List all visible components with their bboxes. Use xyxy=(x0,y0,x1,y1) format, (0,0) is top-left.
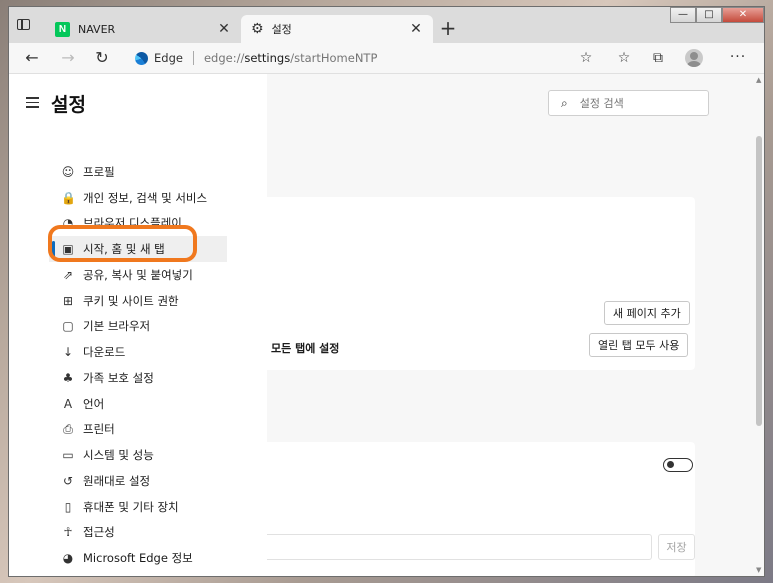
browser-window: N NAVER ✕ ⚙ 설정 ✕ + — □ ✕ ← → ↻ Edge edge… xyxy=(8,6,765,577)
sidebar-item-label: 프로필 xyxy=(83,164,115,179)
forward-button[interactable]: → xyxy=(57,47,79,69)
sidebar-item-about-edge[interactable]: ◕ Microsoft Edge 정보 xyxy=(49,545,227,571)
more-icon[interactable]: ··· xyxy=(727,47,749,69)
maximize-button[interactable]: □ xyxy=(696,7,722,23)
url-scheme: edge:// xyxy=(203,51,245,65)
gear-icon: ⚙ xyxy=(251,21,264,37)
save-button[interactable]: 저장 xyxy=(658,534,695,560)
sidebar-item-accessibility[interactable]: ☥ 접근성 xyxy=(49,520,227,546)
sidebar-item-label: Microsoft Edge 정보 xyxy=(83,551,193,566)
settings-sidebar: 설정 ☺ 프로필 🔒 개인 정보, 검색 및 서비스 ◔ 브라우저 디스플레이 ▣ 시작… xyxy=(9,74,267,576)
collections-icon[interactable]: ⧉ xyxy=(647,47,669,69)
sidebar-item-label: 접근성 xyxy=(83,525,115,540)
home-button-card: 저장 xyxy=(267,442,695,576)
default-browser-icon: ▢ xyxy=(62,319,74,334)
home-button-toggle[interactable] xyxy=(663,458,693,472)
system-icon: ▭ xyxy=(62,448,74,463)
settings-nav: ☺ 프로필 🔒 개인 정보, 검색 및 서비스 ◔ 브라우저 디스플레이 ▣ 시작, 홈… xyxy=(49,159,227,571)
edge-logo-icon xyxy=(135,51,148,65)
sidebar-item-label: 기본 브라우저 xyxy=(83,319,151,334)
edge-icon: ◕ xyxy=(62,551,74,566)
download-icon: ↓ xyxy=(62,345,74,360)
tab-settings[interactable]: ⚙ 설정 ✕ xyxy=(241,15,433,43)
tab-title: NAVER xyxy=(78,22,116,36)
sidebar-item-label: 다운로드 xyxy=(83,345,126,360)
sidebar-item-reset[interactable]: ↺ 원래대로 설정 xyxy=(49,468,227,494)
tab-strip: N NAVER ✕ ⚙ 설정 ✕ + — □ ✕ xyxy=(9,7,764,43)
scroll-up-icon[interactable]: ▲ xyxy=(756,76,761,84)
naver-icon: N xyxy=(55,21,70,37)
home-url-field[interactable] xyxy=(267,534,652,560)
sidebar-item-languages[interactable]: A 언어 xyxy=(49,391,227,417)
profile-icon: ☺ xyxy=(61,164,75,179)
sidebar-item-label: 프린터 xyxy=(83,422,115,437)
language-icon: A xyxy=(63,396,73,411)
minimize-button[interactable]: — xyxy=(670,7,696,23)
scroll-thumb[interactable] xyxy=(756,136,762,426)
sidebar-item-system[interactable]: ▭ 시스템 및 성능 xyxy=(49,442,227,468)
site-label: Edge xyxy=(154,51,183,65)
family-icon: ♣ xyxy=(62,370,74,385)
window-controls: — □ ✕ xyxy=(670,7,764,23)
sidebar-item-label: 원래대로 설정 xyxy=(83,473,151,488)
phone-icon: ▯ xyxy=(64,499,72,514)
highlight-annotation xyxy=(48,225,197,262)
sidebar-item-downloads[interactable]: ↓ 다운로드 xyxy=(49,339,227,365)
sidebar-item-privacy[interactable]: 🔒 개인 정보, 검색 및 서비스 xyxy=(49,185,227,211)
sidebar-item-label: 쿠키 및 사이트 권한 xyxy=(83,293,179,308)
close-icon[interactable]: ✕ xyxy=(217,21,231,37)
search-icon: ⌕ xyxy=(561,95,568,110)
scrollbar[interactable]: ▲ ▼ xyxy=(754,74,764,576)
tab-actions-icon[interactable] xyxy=(17,19,35,35)
sidebar-item-printers[interactable]: ⎙ 프린터 xyxy=(49,417,227,443)
sidebar-item-label: 가족 보호 설정 xyxy=(83,370,154,385)
sidebar-item-share-copy-paste[interactable]: ⇗ 공유, 복사 및 붙여넣기 xyxy=(49,262,227,288)
url-path: /startHomeNTP xyxy=(290,51,378,65)
cookie-icon: ⊞ xyxy=(62,293,74,308)
startup-card: 새 페이지 추가 모든 탭에 설정 열린 탭 모두 사용 xyxy=(267,197,695,370)
sidebar-item-default-browser[interactable]: ▢ 기본 브라우저 xyxy=(49,314,227,340)
sidebar-item-label: 공유, 복사 및 붙여넣기 xyxy=(83,267,193,282)
settings-search[interactable]: ⌕ xyxy=(548,90,709,116)
close-window-button[interactable]: ✕ xyxy=(722,7,764,23)
open-tabs-label: 모든 탭에 설정 xyxy=(271,342,340,355)
avatar[interactable] xyxy=(685,49,703,67)
tab-title: 설정 xyxy=(271,23,292,36)
favorites-icon[interactable]: ☆ xyxy=(613,47,635,69)
hamburger-menu-icon[interactable] xyxy=(26,97,39,108)
use-all-open-tabs-button[interactable]: 열린 탭 모두 사용 xyxy=(589,333,689,357)
sidebar-item-family-safety[interactable]: ♣ 가족 보호 설정 xyxy=(49,365,227,391)
sidebar-item-label: 휴대폰 및 기타 장치 xyxy=(83,499,179,514)
settings-content: 설정 ☺ 프로필 🔒 개인 정보, 검색 및 서비스 ◔ 브라우저 디스플레이 ▣ 시작… xyxy=(9,74,764,576)
divider xyxy=(192,51,194,65)
sidebar-item-label: 개인 정보, 검색 및 서비스 xyxy=(83,190,208,205)
sidebar-item-profile[interactable]: ☺ 프로필 xyxy=(49,159,227,185)
search-input[interactable] xyxy=(577,95,692,111)
share-icon: ⇗ xyxy=(62,267,74,282)
toolbar: ← → ↻ Edge edge://settings/startHomeNTP … xyxy=(9,43,764,74)
address-bar[interactable]: Edge edge://settings/startHomeNTP xyxy=(125,47,611,69)
refresh-button[interactable]: ↻ xyxy=(91,47,113,69)
close-icon[interactable]: ✕ xyxy=(409,21,423,37)
add-favorite-icon[interactable]: ☆ xyxy=(575,47,597,69)
back-button[interactable]: ← xyxy=(21,47,43,69)
accessibility-icon: ☥ xyxy=(63,525,73,540)
scroll-down-icon[interactable]: ▼ xyxy=(756,566,761,574)
lock-icon: 🔒 xyxy=(61,190,76,205)
add-new-page-button[interactable]: 새 페이지 추가 xyxy=(604,301,690,325)
sidebar-item-phone-devices[interactable]: ▯ 휴대폰 및 기타 장치 xyxy=(49,494,227,520)
url-host: settings xyxy=(244,51,291,65)
printer-icon: ⎙ xyxy=(63,421,73,436)
new-tab-button[interactable]: + xyxy=(435,17,461,41)
sidebar-item-label: 시스템 및 성능 xyxy=(83,448,154,463)
sidebar-item-label: 언어 xyxy=(83,396,105,411)
reset-icon: ↺ xyxy=(62,473,74,488)
tab-naver[interactable]: N NAVER ✕ xyxy=(45,15,241,43)
sidebar-item-cookies[interactable]: ⊞ 쿠키 및 사이트 권한 xyxy=(49,288,227,314)
page-title: 설정 xyxy=(51,94,86,116)
